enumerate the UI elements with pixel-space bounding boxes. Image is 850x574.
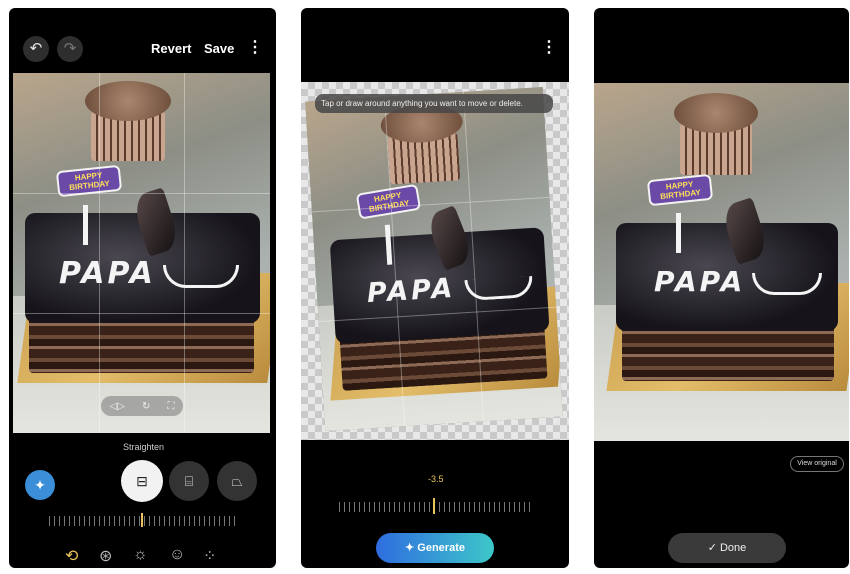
grid-line — [184, 73, 185, 433]
crop-rotate-icon[interactable]: ⟲ — [65, 546, 78, 566]
generate-button[interactable]: ✦ Generate — [376, 533, 494, 563]
more-tools-icon[interactable]: ⁘ — [203, 546, 216, 566]
slider-indicator — [141, 513, 143, 527]
section-label: Straighten — [123, 442, 165, 452]
phone-screen-generative-edit: ⋮ HAPPY BIRTHDAY PAPA Tap or draw around… — [301, 8, 569, 568]
sticker-icon[interactable]: ☺ — [169, 546, 185, 564]
smile-decoration — [752, 273, 822, 295]
result-photo[interactable]: HAPPY BIRTHDAY PAPA — [594, 83, 849, 441]
phone-screen-edit-straighten: ↶ ↷ Revert Save ⋮ HAPPY BIRTHDAY PAPA ◁▷… — [9, 8, 276, 568]
sparkle-icon: ✦ — [405, 542, 418, 554]
ai-sparkle-icon[interactable]: ✦ — [25, 470, 55, 500]
background-cake-top — [674, 93, 758, 133]
revert-button[interactable]: Revert — [151, 41, 191, 56]
cake-text: PAPA — [366, 272, 457, 310]
flip-icon[interactable]: ◁▷ — [110, 401, 125, 412]
cake-text: PAPA — [59, 256, 156, 291]
rotate-icon[interactable]: ↻ — [142, 401, 150, 412]
cake-text: PAPA — [654, 265, 746, 298]
rotated-photo[interactable]: HAPPY BIRTHDAY PAPA — [305, 87, 563, 431]
checkmark-icon: ✓ — [707, 542, 720, 554]
filter-icon[interactable]: ⊛ — [99, 546, 112, 566]
horizontal-perspective-icon[interactable]: ⏢ — [217, 461, 257, 501]
vertical-perspective-icon[interactable]: ⌸ — [169, 461, 209, 501]
save-button[interactable]: Save — [204, 41, 234, 56]
done-label: Done — [719, 542, 747, 554]
undo-icon[interactable]: ↶ — [23, 36, 49, 62]
done-button[interactable]: ✓ Done — [668, 533, 786, 563]
more-options-icon[interactable]: ⋮ — [247, 40, 263, 56]
straighten-slider[interactable] — [49, 516, 239, 526]
straighten-slider[interactable] — [339, 502, 531, 512]
more-options-icon[interactable]: ⋮ — [541, 40, 557, 56]
straighten-tool-icon[interactable]: ⊟ — [121, 460, 163, 502]
grid-line — [99, 73, 100, 433]
straighten-value: -3.5 — [428, 474, 444, 484]
topper-stick — [676, 213, 681, 253]
phone-screen-result: HAPPY BIRTHDAY PAPA View original ✓ Done — [594, 8, 849, 568]
photo-canvas[interactable]: HAPPY BIRTHDAY PAPA — [13, 73, 270, 433]
redo-icon[interactable]: ↷ — [57, 36, 83, 62]
topper-stick — [83, 205, 88, 245]
smile-decoration — [163, 265, 239, 288]
aspect-icon[interactable]: ⛶ — [167, 401, 174, 412]
grid-line — [13, 313, 270, 314]
view-original-button[interactable]: View original — [790, 456, 844, 472]
generate-label: Generate — [417, 542, 465, 554]
grid-line — [13, 193, 270, 194]
slider-indicator — [433, 498, 435, 514]
brightness-icon[interactable]: ☼ — [133, 546, 148, 564]
transform-toolbar: ◁▷ ↻ ⛶ — [101, 396, 183, 416]
hint-tooltip: Tap or draw around anything you want to … — [315, 94, 553, 113]
background-cake-top — [85, 81, 171, 121]
